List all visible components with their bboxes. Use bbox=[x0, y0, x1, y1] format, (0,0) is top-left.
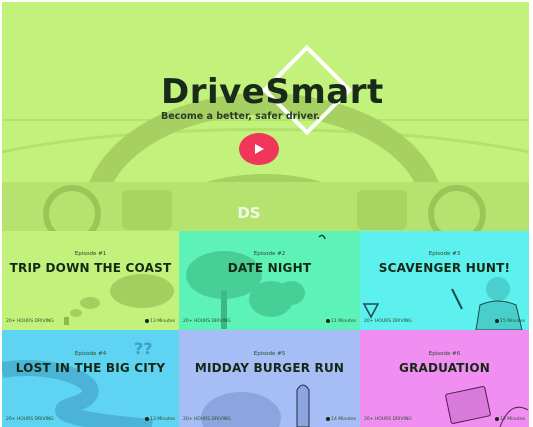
episode-duration: 15 Minutes bbox=[500, 319, 525, 324]
clock-icon bbox=[495, 319, 500, 323]
clock-icon bbox=[326, 417, 331, 421]
episode-title: DATE NIGHT bbox=[227, 261, 312, 275]
episode-duration: 11 Minutes bbox=[331, 319, 356, 324]
scavenger-hunt-illustration bbox=[362, 277, 523, 330]
episode-duration-wrap: 11 Minutes bbox=[326, 319, 356, 324]
episode-duration-wrap: 13 Minutes bbox=[145, 319, 175, 324]
burger-illustration bbox=[201, 384, 310, 427]
episode-duration: 12 Minutes bbox=[500, 417, 525, 422]
episode-title: MIDDAY BURGER RUN bbox=[194, 361, 345, 375]
brand-logo: DriveSmart bbox=[161, 72, 384, 112]
episode-title: SCAVENGER HUNT! bbox=[378, 261, 511, 275]
hero-banner: DriveSmart Become a better, safer driver… bbox=[2, 2, 529, 231]
episode-hours: 20+ HOURS DRIVING bbox=[6, 417, 54, 422]
clock-icon bbox=[326, 319, 331, 323]
episode-card-3[interactable]: Episode #3 SCAVENGER HUNT! 20+ HOURS DRI… bbox=[360, 231, 529, 330]
episode-hours: 20+ HOURS DRIVING bbox=[364, 417, 412, 422]
episode-duration-wrap: 14 Minutes bbox=[326, 417, 356, 422]
graduation-illustration bbox=[445, 386, 529, 427]
episode-title: TRIP DOWN THE COAST bbox=[9, 261, 172, 275]
episode-number: Episode #4 bbox=[74, 351, 107, 357]
episode-hours: 20+ HOURS DRIVING bbox=[183, 417, 231, 422]
episode-card-5[interactable]: Episode #5 MIDDAY BURGER RUN 20+ HOURS D… bbox=[179, 330, 360, 427]
episode-duration-wrap: 13 Minutes bbox=[145, 417, 175, 422]
episode-duration: 13 Minutes bbox=[150, 319, 175, 324]
episode-title: GRADUATION bbox=[399, 361, 490, 375]
date-night-illustration bbox=[186, 234, 326, 329]
episode-hours: 20+ HOURS DRIVING bbox=[6, 319, 54, 324]
episode-number: Episode #5 bbox=[253, 351, 286, 357]
brand-tagline: Become a better, safer driver. bbox=[161, 111, 321, 122]
brand-block: DriveSmart Become a better, safer driver… bbox=[161, 75, 384, 122]
clock-icon bbox=[495, 417, 500, 421]
episode-card-4[interactable]: ?? Episode #4 LOST IN THE BIG CITY 20+ H… bbox=[2, 330, 179, 427]
play-button[interactable] bbox=[239, 133, 279, 165]
episode-number: Episode #1 bbox=[74, 251, 107, 257]
episode-number: Episode #2 bbox=[253, 251, 286, 257]
clock-icon bbox=[145, 319, 150, 323]
coast-illustration bbox=[64, 274, 174, 325]
steering-wheel-badge: DS bbox=[237, 204, 261, 222]
episode-hours: 20+ HOURS DRIVING bbox=[364, 319, 412, 324]
episode-duration: 14 Minutes bbox=[331, 417, 356, 422]
episode-duration: 13 Minutes bbox=[150, 417, 175, 422]
episode-card-2[interactable]: Episode #2 DATE NIGHT 20+ HOURS DRIVING … bbox=[179, 231, 360, 330]
episode-grid: Episode #1 TRIP DOWN THE COAST 20+ HOURS… bbox=[2, 231, 529, 427]
episode-card-6[interactable]: Episode #6 GRADUATION 20+ HOURS DRIVING … bbox=[360, 330, 529, 427]
episode-number: Episode #3 bbox=[428, 251, 461, 257]
episode-duration-wrap: 12 Minutes bbox=[495, 417, 525, 422]
episode-duration-wrap: 15 Minutes bbox=[495, 319, 525, 324]
episode-hours: 20+ HOURS DRIVING bbox=[183, 319, 231, 324]
episode-number: Episode #6 bbox=[428, 351, 461, 357]
episode-title: LOST IN THE BIG CITY bbox=[15, 361, 166, 375]
app-frame: DriveSmart Become a better, safer driver… bbox=[0, 0, 533, 427]
city-road-illustration: ?? bbox=[2, 339, 153, 427]
clock-icon bbox=[145, 417, 150, 421]
episode-card-1[interactable]: Episode #1 TRIP DOWN THE COAST 20+ HOURS… bbox=[2, 231, 179, 330]
play-icon bbox=[255, 144, 264, 154]
